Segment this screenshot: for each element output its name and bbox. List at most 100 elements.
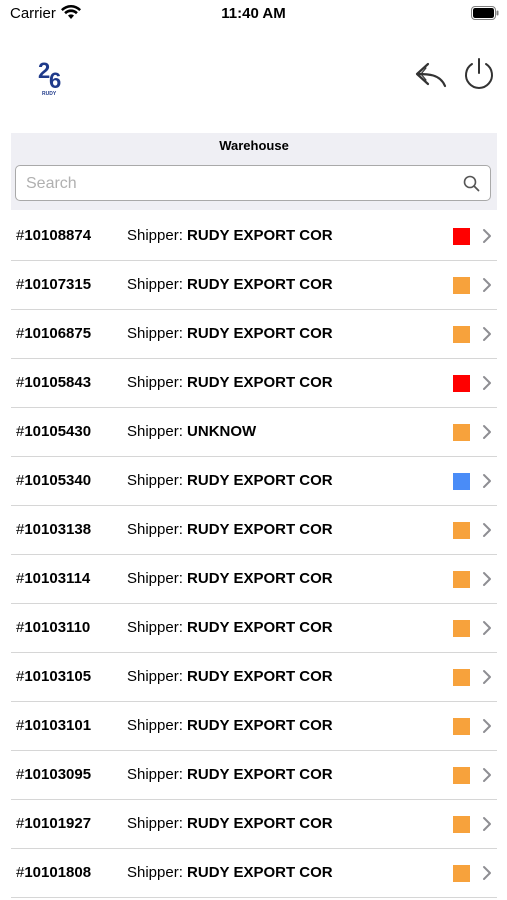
- status-color-indicator: [453, 718, 470, 735]
- clock-time: 11:40 AM: [221, 5, 286, 22]
- shipper-info: Shipper: RUDY EXPORT COR: [127, 766, 333, 783]
- shipper-info: Shipper: RUDY EXPORT COR: [127, 717, 333, 734]
- status-color-indicator: [453, 424, 470, 441]
- shipment-number: #10105843: [16, 374, 92, 391]
- shipper-info: Shipper: UNKNOW: [127, 423, 256, 440]
- status-color-indicator: [453, 571, 470, 588]
- shipper-label: Shipper:: [127, 325, 183, 342]
- shipper-label: Shipper:: [127, 815, 183, 832]
- list-item[interactable]: #10105340 Shipper: RUDY EXPORT COR: [11, 457, 497, 506]
- shipper-name: RUDY EXPORT COR: [187, 815, 333, 832]
- shipper-info: Shipper: RUDY EXPORT COR: [127, 472, 333, 489]
- shipper-label: Shipper:: [127, 276, 183, 293]
- shipper-info: Shipper: RUDY EXPORT COR: [127, 276, 333, 293]
- list-item[interactable]: #10103114 Shipper: RUDY EXPORT COR: [11, 555, 497, 604]
- shipper-name: RUDY EXPORT COR: [187, 570, 333, 587]
- reply-arrow-icon[interactable]: [414, 56, 450, 92]
- chevron-right-icon: [483, 523, 491, 537]
- status-color-indicator: [453, 767, 470, 784]
- shipper-label: Shipper:: [127, 668, 183, 685]
- shipper-info: Shipper: RUDY EXPORT COR: [127, 521, 333, 538]
- list-item[interactable]: #10105430 Shipper: UNKNOW: [11, 408, 497, 457]
- search-icon[interactable]: [463, 175, 480, 192]
- shipper-name: RUDY EXPORT COR: [187, 717, 333, 734]
- chevron-right-icon: [483, 327, 491, 341]
- shipper-name: RUDY EXPORT COR: [187, 864, 333, 881]
- status-color-indicator: [453, 620, 470, 637]
- shipment-list: #10108874 Shipper: RUDY EXPORT COR #101073…: [11, 212, 497, 898]
- shipper-label: Shipper:: [127, 766, 183, 783]
- list-item[interactable]: #10101927 Shipper: RUDY EXPORT COR: [11, 800, 497, 849]
- shipment-number: #10103138: [16, 521, 92, 538]
- shipment-number: #10108874: [16, 227, 92, 244]
- status-color-indicator: [453, 522, 470, 539]
- shipment-number: #10106875: [16, 325, 92, 342]
- shipper-info: Shipper: RUDY EXPORT COR: [127, 619, 333, 636]
- chevron-right-icon: [483, 474, 491, 488]
- list-item[interactable]: #10106875 Shipper: RUDY EXPORT COR: [11, 310, 497, 359]
- shipment-number: #10105340: [16, 472, 92, 489]
- list-item[interactable]: #10103110 Shipper: RUDY EXPORT COR: [11, 604, 497, 653]
- list-item[interactable]: #10108874 Shipper: RUDY EXPORT COR: [11, 212, 497, 261]
- list-item[interactable]: #10103138 Shipper: RUDY EXPORT COR: [11, 506, 497, 555]
- chevron-right-icon: [483, 572, 491, 586]
- shipment-number: #10103114: [16, 570, 91, 587]
- shipper-name: RUDY EXPORT COR: [187, 227, 333, 244]
- status-color-indicator: [453, 375, 470, 392]
- shipment-number: #10103095: [16, 766, 92, 783]
- chevron-right-icon: [483, 670, 491, 684]
- shipment-number: #10103105: [16, 668, 92, 685]
- shipper-name: RUDY EXPORT COR: [187, 276, 333, 293]
- shipper-label: Shipper:: [127, 619, 183, 636]
- chevron-right-icon: [483, 768, 491, 782]
- list-item[interactable]: #10103101 Shipper: RUDY EXPORT COR: [11, 702, 497, 751]
- search-box[interactable]: [15, 165, 491, 202]
- shipper-name: RUDY EXPORT COR: [187, 766, 333, 783]
- shipment-number: #10103110: [16, 619, 91, 636]
- search-input[interactable]: [24, 166, 458, 202]
- chevron-right-icon: [483, 866, 491, 880]
- list-item[interactable]: #10107315 Shipper: RUDY EXPORT COR: [11, 261, 497, 310]
- chevron-right-icon: [483, 376, 491, 390]
- shipment-number: #10101808: [16, 864, 92, 881]
- chevron-right-icon: [483, 425, 491, 439]
- shipper-label: Shipper:: [127, 227, 183, 244]
- list-item[interactable]: #10101808 Shipper: RUDY EXPORT COR: [11, 849, 497, 898]
- list-item[interactable]: #10103105 Shipper: RUDY EXPORT COR: [11, 653, 497, 702]
- battery-icon: [471, 6, 499, 20]
- company-logo: 2 6 RUDY: [38, 58, 61, 97]
- shipper-info: Shipper: RUDY EXPORT COR: [127, 227, 333, 244]
- search-bar: [11, 158, 497, 210]
- shipper-label: Shipper:: [127, 472, 183, 489]
- status-color-indicator: [453, 326, 470, 343]
- shipper-name: RUDY EXPORT COR: [187, 521, 333, 538]
- shipper-name: RUDY EXPORT COR: [187, 325, 333, 342]
- section-header-warehouse: Warehouse: [11, 133, 497, 158]
- shipper-info: Shipper: RUDY EXPORT COR: [127, 864, 333, 881]
- status-color-indicator: [453, 669, 470, 686]
- power-icon[interactable]: [461, 56, 497, 92]
- shipper-info: Shipper: RUDY EXPORT COR: [127, 325, 333, 342]
- shipper-name: UNKNOW: [187, 423, 257, 440]
- shipper-label: Shipper:: [127, 864, 183, 881]
- status-color-indicator: [453, 473, 470, 490]
- shipper-info: Shipper: RUDY EXPORT COR: [127, 570, 333, 587]
- status-color-indicator: [453, 277, 470, 294]
- shipper-info: Shipper: RUDY EXPORT COR: [127, 374, 333, 391]
- chevron-right-icon: [483, 621, 491, 635]
- shipper-info: Shipper: RUDY EXPORT COR: [127, 815, 333, 832]
- list-item[interactable]: #10105843 Shipper: RUDY EXPORT COR: [11, 359, 497, 408]
- chevron-right-icon: [483, 229, 491, 243]
- status-color-indicator: [453, 816, 470, 833]
- shipment-number: #10107315: [16, 276, 92, 293]
- list-item[interactable]: #10103095 Shipper: RUDY EXPORT COR: [11, 751, 497, 800]
- shipper-name: RUDY EXPORT COR: [187, 668, 333, 685]
- shipment-number: #10103101: [16, 717, 92, 734]
- shipment-number: #10105430: [16, 423, 92, 440]
- chevron-right-icon: [483, 719, 491, 733]
- shipper-label: Shipper:: [127, 521, 183, 538]
- status-bar: Carrier 11:40 AM: [0, 0, 507, 28]
- shipment-number: #10101927: [16, 815, 92, 832]
- shipper-label: Shipper:: [127, 570, 183, 587]
- shipper-label: Shipper:: [127, 374, 183, 391]
